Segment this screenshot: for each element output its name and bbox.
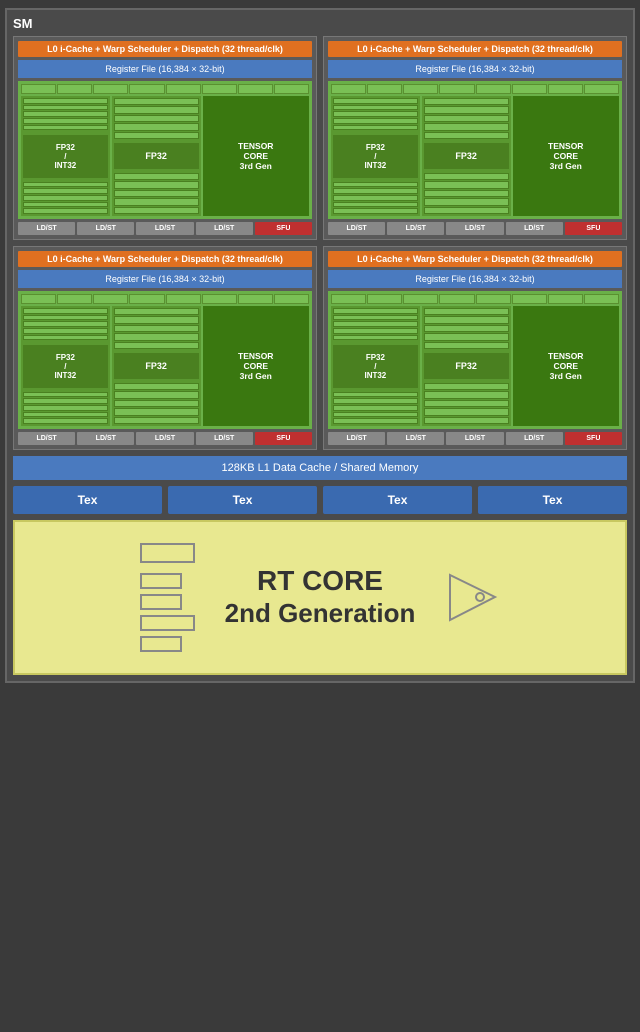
ldst-2b: LD/ST [387,222,444,235]
fp32-int32-label-4: FP32 / INT32 [333,345,418,388]
ldst-4c: LD/ST [446,432,503,445]
rt-triangle-area [445,570,500,625]
fp32-label-4: FP32 [424,353,509,379]
bottom-units-4: LD/ST LD/ST LD/ST LD/ST SFU [328,432,622,445]
ldst-1d: LD/ST [196,222,253,235]
rt-core-text: RT CORE 2nd Generation [225,564,416,631]
sm-label: SM [13,16,627,31]
sub-sm-4: L0 i-Cache + Warp Scheduler + Dispatch (… [323,246,627,450]
sfu-3: SFU [255,432,312,445]
fp32-label-2: FP32 [424,143,509,169]
fp32-label-3: FP32 [114,353,199,379]
l0-cache-1: L0 i-Cache + Warp Scheduler + Dispatch (… [18,41,312,57]
sub-sm-2: L0 i-Cache + Warp Scheduler + Dispatch (… [323,36,627,240]
reg-file-2: Register File (16,384 × 32-bit) [328,60,622,78]
sm-container: SM L0 i-Cache + Warp Scheduler + Dispatc… [5,8,635,683]
rt-box-2 [140,573,182,589]
ldst-2c: LD/ST [446,222,503,235]
rt-box-1 [140,543,195,563]
tensor-core-label-3: TENSORCORE3rd Gen [203,306,310,426]
bottom-units-1: LD/ST LD/ST LD/ST LD/ST SFU [18,222,312,235]
l0-cache-4: L0 i-Cache + Warp Scheduler + Dispatch (… [328,251,622,267]
fp32-label-1: FP32 [114,143,199,169]
ldst-3a: LD/ST [18,432,75,445]
ldst-4d: LD/ST [506,432,563,445]
ldst-1b: LD/ST [77,222,134,235]
tex-unit-2: Tex [168,486,317,514]
reg-file-4: Register File (16,384 × 32-bit) [328,270,622,288]
tensor-core-label-4: TENSORCORE3rd Gen [513,306,620,426]
ldst-3c: LD/ST [136,432,193,445]
rt-box-3 [140,594,182,610]
tex-unit-3: Tex [323,486,472,514]
bottom-units-2: LD/ST LD/ST LD/ST LD/ST SFU [328,222,622,235]
reg-file-1: Register File (16,384 × 32-bit) [18,60,312,78]
rt-core-label: RT CORE [225,564,416,598]
sfu-1: SFU [255,222,312,235]
reg-file-3: Register File (16,384 × 32-bit) [18,270,312,288]
l1-cache: 128KB L1 Data Cache / Shared Memory [13,456,627,480]
ldst-3b: LD/ST [77,432,134,445]
l0-cache-2: L0 i-Cache + Warp Scheduler + Dispatch (… [328,41,622,57]
tex-unit-4: Tex [478,486,627,514]
rt-box-4 [140,615,195,631]
rt-gen-label: 2nd Generation [225,597,416,631]
rt-core-diagram [140,543,195,652]
tensor-core-label-1: TENSORCORE3rd Gen [203,96,310,216]
l0-cache-3: L0 i-Cache + Warp Scheduler + Dispatch (… [18,251,312,267]
rt-core: RT CORE 2nd Generation [13,520,627,675]
ldst-2a: LD/ST [328,222,385,235]
bottom-units-3: LD/ST LD/ST LD/ST LD/ST SFU [18,432,312,445]
ldst-4b: LD/ST [387,432,444,445]
sub-sm-1: L0 i-Cache + Warp Scheduler + Dispatch (… [13,36,317,240]
sub-sm-3: L0 i-Cache + Warp Scheduler + Dispatch (… [13,246,317,450]
sfu-2: SFU [565,222,622,235]
rt-box-5 [140,636,182,652]
ldst-4a: LD/ST [328,432,385,445]
fp32-int32-label-1: FP32 / INT32 [23,135,108,178]
tex-row: Tex Tex Tex Tex [13,486,627,514]
fp32-int32-label-3: FP32 / INT32 [23,345,108,388]
tex-unit-1: Tex [13,486,162,514]
ldst-3d: LD/ST [196,432,253,445]
ldst-1a: LD/ST [18,222,75,235]
sfu-4: SFU [565,432,622,445]
ldst-1c: LD/ST [136,222,193,235]
tensor-core-label-2: TENSORCORE3rd Gen [513,96,620,216]
fp32-int32-label-2: FP32 / INT32 [333,135,418,178]
rt-triangle-icon [445,570,500,625]
ldst-2d: LD/ST [506,222,563,235]
quad-grid: L0 i-Cache + Warp Scheduler + Dispatch (… [13,36,627,450]
